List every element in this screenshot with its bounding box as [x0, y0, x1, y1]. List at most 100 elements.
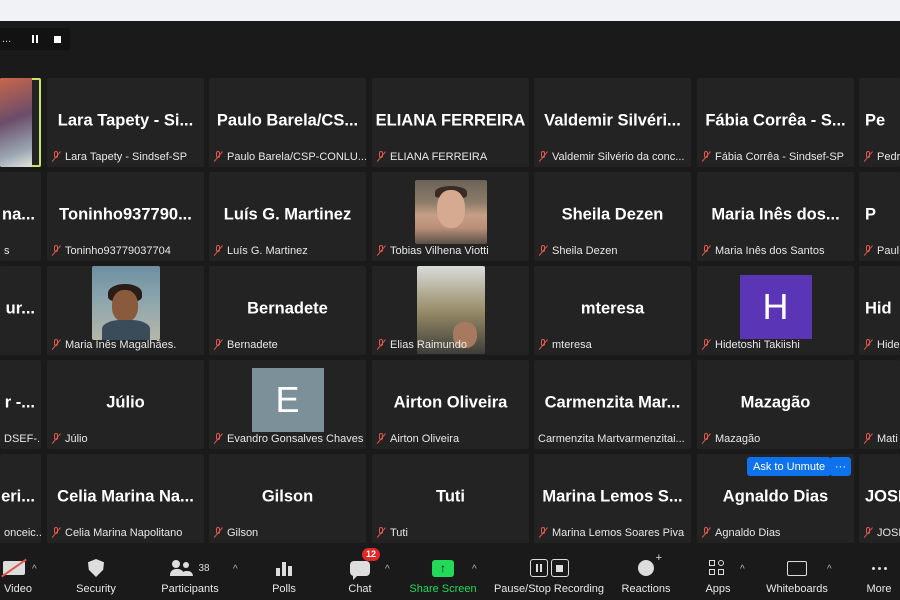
participant-name-label: Maria Inês Magalhães. [51, 337, 176, 352]
participant-name-text: Carmenzita Martvarmenzitai... [538, 432, 685, 445]
muted-mic-icon [51, 338, 61, 351]
participant-display-name: JOSE [865, 487, 900, 506]
participant-name-label: Fábia Corrêa - Sindsef-SP [701, 149, 844, 164]
participant-tile[interactable]: Valdemir Silvéri... Valdemir Silvério da … [534, 78, 691, 167]
muted-mic-icon [701, 150, 711, 163]
participant-tile[interactable]: Maria Inês Magalhães. [47, 266, 204, 355]
muted-mic-icon [51, 244, 61, 257]
participant-tile[interactable]: Marina Lemos S... Marina Lemos Soares Piv… [534, 454, 691, 543]
participant-tile[interactable]: Lara Tapety - Si... Lara Tapety - Sindsef… [47, 78, 204, 167]
muted-mic-icon [863, 244, 873, 257]
ask-to-unmute-button[interactable]: Ask to Unmute [747, 457, 832, 476]
participant-tile[interactable]: P Paul [859, 172, 900, 261]
apps-button[interactable]: Apps [702, 546, 734, 600]
participant-tile[interactable]: H Hidetoshi Takiishi [697, 266, 854, 355]
participant-display-name: Júlio [106, 393, 145, 412]
participant-tile[interactable]: Hid Hide [859, 266, 900, 355]
participant-display-name: Lara Tapety - Si... [57, 111, 194, 130]
participant-tile[interactable]: Mazagão Mazagão [697, 360, 854, 449]
participant-tile[interactable]: JOSE JOSE LU [859, 454, 900, 543]
participants-options-caret[interactable]: ^ [233, 564, 241, 575]
participant-tile[interactable] [0, 78, 41, 167]
participant-name-label: Hide [863, 337, 900, 352]
whiteboards-button[interactable]: Whiteboards [764, 546, 830, 600]
participant-tile[interactable]: mteresa mteresa [534, 266, 691, 355]
participant-tile[interactable]: r -... DSEF-... [0, 360, 41, 449]
participant-name-text: Elias Raimundo [390, 338, 468, 351]
participant-tile[interactable]: Celia Marina Na... Celia Marina Napolitan… [47, 454, 204, 543]
chat-button[interactable]: 12 Chat [344, 546, 381, 600]
participant-tile[interactable]: Mati [859, 360, 900, 449]
security-button[interactable]: Security [70, 546, 122, 600]
video-options-caret[interactable]: ^ [32, 564, 40, 575]
participant-tile[interactable]: Pe Pedr [859, 78, 900, 167]
participant-name-label: Maria Inês dos Santos [701, 243, 824, 258]
participant-tile[interactable]: Bernadete Bernadete [209, 266, 366, 355]
video-off-icon [3, 561, 25, 575]
video-button[interactable]: Video [0, 546, 36, 600]
participant-tile[interactable]: Fábia Corrêa - S... Fábia Corrêa - Sindse… [697, 78, 854, 167]
participant-tile[interactable]: Sheila Dezen Sheila Dezen [534, 172, 691, 261]
recording-icon [529, 559, 569, 577]
share-options-caret[interactable]: ^ [472, 564, 480, 575]
participant-tile[interactable]: Tobias Vilhena Viotti [372, 172, 529, 261]
participant-display-name: Luís G. Martinez [223, 205, 352, 224]
muted-mic-icon [538, 526, 548, 539]
participant-display-name: na... [1, 205, 35, 224]
more-icon [871, 566, 887, 570]
participant-tile[interactable]: Paulo Barela/CS... Paulo Barela/CSP-CONLU… [209, 78, 366, 167]
participant-tile[interactable]: na... s [0, 172, 41, 261]
muted-mic-icon [213, 338, 223, 351]
participant-tile[interactable]: ELIANA FERREIRA ELIANA FERREIRA [372, 78, 529, 167]
muted-mic-icon [701, 244, 711, 257]
participant-name-label: Luís G. Martinez [213, 243, 308, 258]
more-button[interactable]: More [862, 546, 896, 600]
participant-name-text: ELIANA FERREIRA [390, 150, 488, 163]
participant-display-name: Toninho937790... [59, 205, 192, 224]
participant-tile[interactable]: eri... onceic... [0, 454, 41, 543]
participant-tile[interactable]: Júlio Júlio [47, 360, 204, 449]
participant-tile[interactable]: Tuti Tuti [372, 454, 529, 543]
participant-tile[interactable]: Maria Inês dos... Maria Inês dos Santos [697, 172, 854, 261]
reactions-button[interactable]: Reactions [620, 546, 672, 600]
participant-tile[interactable]: Carmenzita Mar... Carmenzita Martvarmenzi… [534, 360, 691, 449]
participant-name-text: Paul [877, 244, 900, 257]
participant-tile[interactable]: Luís G. Martinez Luís G. Martinez [209, 172, 366, 261]
participant-name-label: Agnaldo Dias [701, 525, 780, 540]
pause-recording-button[interactable] [26, 30, 44, 48]
muted-mic-icon [863, 432, 873, 445]
apps-options-caret[interactable]: ^ [740, 564, 748, 575]
participant-tile[interactable]: E Evandro Gonsalves Chaves [209, 360, 366, 449]
stop-recording-button[interactable] [48, 30, 66, 48]
muted-mic-icon [213, 432, 223, 445]
chat-unread-badge: 12 [362, 548, 381, 561]
muted-mic-icon [51, 432, 61, 445]
participant-name-text: Hidetoshi Takiishi [715, 338, 800, 351]
participant-name-label: Lara Tapety - Sindsef-SP [51, 149, 187, 164]
participant-tile[interactable]: Airton Oliveira Airton Oliveira [372, 360, 529, 449]
participants-button[interactable]: 38 Participants [158, 546, 222, 600]
participant-name-text: JOSE LU [877, 526, 900, 539]
participant-tile[interactable]: ur... [0, 266, 41, 355]
participant-avatar-initial: H [739, 275, 812, 339]
muted-mic-icon [701, 338, 711, 351]
muted-mic-icon [863, 150, 873, 163]
participant-display-name: Hid [865, 299, 892, 318]
participant-tile[interactable]: Gilson Gilson [209, 454, 366, 543]
participant-name-text: s [4, 244, 10, 257]
participant-tile[interactable]: Elias Raimundo [372, 266, 529, 355]
chat-options-caret[interactable]: ^ [385, 564, 393, 575]
participant-name-text: Valdemir Silvério da conc... [552, 150, 685, 163]
tile-more-button[interactable]: ··· [830, 457, 851, 476]
share-screen-button[interactable]: ↑ Share Screen [409, 546, 477, 600]
muted-mic-icon [213, 526, 223, 539]
pause-stop-recording-button[interactable]: Pause/Stop Recording [494, 546, 604, 600]
participant-name-text: Airton Oliveira [390, 432, 460, 445]
participant-tile[interactable]: Toninho937790... Toninho93779037704 [47, 172, 204, 261]
participant-display-name: ur... [5, 299, 35, 318]
participant-display-name: Mazagão [740, 393, 811, 412]
polls-button[interactable]: Polls [266, 546, 302, 600]
muted-mic-icon [376, 150, 386, 163]
participant-name-label: Sheila Dezen [538, 243, 617, 258]
whiteboards-options-caret[interactable]: ^ [827, 564, 835, 575]
